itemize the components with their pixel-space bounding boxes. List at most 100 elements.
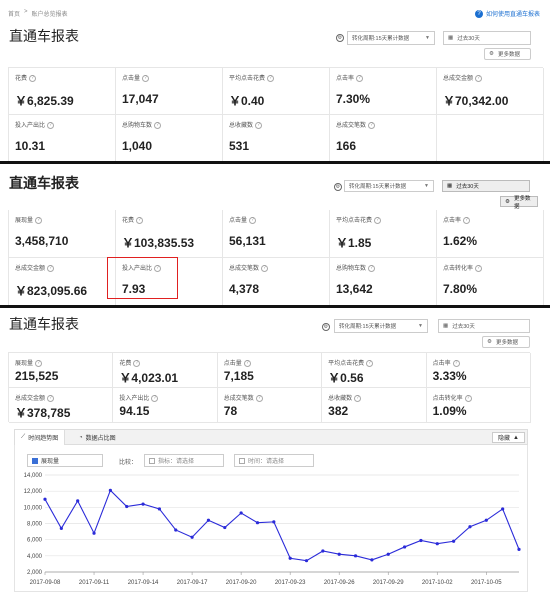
metric-label: 花费	[122, 218, 135, 224]
date-range-select[interactable]: ▦ 过去30天	[443, 31, 531, 45]
metric-label: 总成交笔数	[336, 123, 367, 129]
breadcrumb-home[interactable]: 首页	[8, 9, 20, 18]
more-data-button[interactable]: ⚙ 更多数据	[482, 336, 530, 348]
metric-value: 1,040	[122, 139, 153, 153]
collapse-button[interactable]: 隐藏 ▲	[492, 432, 525, 443]
metric-card: 总成交金额? ￥378,785	[9, 388, 114, 423]
metric-value: 17,047	[122, 92, 159, 106]
info-icon[interactable]: ?	[475, 74, 483, 82]
data-point	[206, 518, 211, 522]
x-tick-label: 2017-09-26	[324, 580, 355, 586]
info-icon[interactable]: ?	[47, 121, 55, 129]
date-range-value: 过去30天	[457, 36, 480, 42]
metric-card: 点击量? 56,131	[223, 210, 330, 258]
time-select[interactable]: 时间：请选择	[234, 454, 314, 467]
tab-time-trend-label: 时间趋势图	[28, 436, 59, 442]
more-data-button[interactable]: ⚙ 更多数据	[484, 48, 531, 60]
info-icon[interactable]: ?	[368, 264, 376, 272]
metric-label: 点击量	[223, 361, 242, 367]
info-icon[interactable]: ?	[243, 359, 251, 367]
conversion-period-select[interactable]: 转化周期:15天累计数据 ▼	[334, 319, 428, 333]
indicator-select[interactable]: 指标：请选择	[144, 454, 224, 467]
metric-select[interactable]: 展现量	[27, 454, 103, 467]
pie-chart-icon: ◔	[79, 434, 83, 441]
info-icon[interactable]: ?	[154, 121, 162, 129]
info-icon[interactable]: ?	[255, 121, 263, 129]
help-link[interactable]: ? 如何使用直通车报表	[474, 9, 540, 18]
metric-value: ￥103,835.53	[122, 236, 195, 250]
more-data-label: 更多数据	[497, 52, 520, 58]
metric-card: 总成交笔数? 78	[217, 388, 323, 423]
data-point	[288, 556, 292, 560]
data-point	[43, 497, 47, 501]
chevron-down-icon: ▼	[424, 183, 429, 189]
info-icon[interactable]: ?	[475, 264, 483, 272]
metric-label: 花费	[119, 361, 132, 367]
metric-card: 总收藏数? 382	[322, 388, 427, 423]
info-icon[interactable]: ?	[47, 264, 55, 272]
info-icon[interactable]: ?	[133, 359, 141, 367]
settings-icon[interactable]: ⚙	[322, 323, 330, 331]
report-panel-1: 首页 > 账户总览报表 ? 如何使用直通车报表 直通车报表 ⚙ 转化周期:15天…	[0, 0, 550, 164]
metric-value: 382	[328, 404, 349, 418]
x-tick-label: 2017-09-29	[373, 580, 404, 586]
metric-card: 展现量? 215,525	[9, 353, 114, 388]
data-point	[190, 535, 194, 539]
metric-card: 投入产出比? 10.31	[9, 115, 116, 161]
info-icon[interactable]: ?	[35, 359, 43, 367]
metric-value: 10.31	[15, 139, 46, 153]
data-point	[255, 521, 260, 525]
data-point	[402, 545, 407, 549]
info-icon[interactable]: ?	[463, 216, 471, 224]
help-icon: ?	[474, 9, 483, 18]
info-icon[interactable]: ?	[154, 264, 162, 272]
metric-label: 平均点击花费	[336, 218, 373, 224]
collapse-label: 隐藏	[498, 436, 511, 442]
info-icon[interactable]: ?	[366, 359, 374, 367]
metric-label: 花费	[15, 76, 28, 82]
data-point	[321, 549, 325, 553]
info-icon[interactable]: ?	[354, 394, 362, 402]
data-point	[337, 552, 341, 556]
tab-time-trend[interactable]: ⟋ 时间趋势图	[15, 430, 66, 445]
info-icon[interactable]: ?	[35, 216, 43, 224]
info-icon[interactable]: ?	[261, 264, 269, 272]
date-range-select[interactable]: ▦ 过去30天	[442, 180, 530, 192]
info-icon[interactable]: ?	[47, 394, 55, 402]
more-data-label: 更多数据	[513, 195, 531, 210]
info-icon[interactable]: ?	[374, 216, 382, 224]
date-range-select[interactable]: ▦ 过去30天	[438, 319, 530, 333]
metric-label: 点击量	[122, 76, 141, 82]
settings-icon[interactable]: ⚙	[336, 34, 344, 42]
metric-label: 点击量	[229, 218, 248, 224]
info-icon[interactable]: ?	[151, 394, 159, 402]
more-data-button[interactable]: ⚙ 更多数据	[500, 195, 538, 210]
info-icon[interactable]: ?	[142, 74, 150, 82]
indicator-select-value: 指标：请选择	[158, 459, 195, 465]
date-range-value: 过去30天	[456, 184, 479, 190]
metric-value: 166	[336, 139, 357, 153]
conversion-period-select[interactable]: 转化周期:15天累计数据 ▼	[344, 180, 434, 192]
info-icon[interactable]: ?	[249, 216, 257, 224]
info-icon[interactable]: ?	[29, 74, 37, 82]
info-icon[interactable]: ?	[464, 394, 472, 402]
metric-label: 总成交笔数	[229, 266, 260, 272]
data-point	[125, 504, 129, 509]
info-icon[interactable]: ?	[255, 394, 263, 402]
info-icon[interactable]: ?	[452, 359, 460, 367]
info-icon[interactable]: ?	[356, 74, 364, 82]
metric-card: 总成交金额? ￥823,095.66	[9, 258, 116, 305]
data-point	[141, 502, 145, 506]
metric-value: 13,642	[336, 282, 373, 296]
info-icon[interactable]: ?	[368, 121, 376, 129]
conversion-period-select[interactable]: 转化周期:15天累计数据 ▼	[347, 31, 435, 45]
settings-icon[interactable]: ⚙	[334, 183, 342, 191]
metric-value: 1.09%	[432, 404, 467, 418]
metric-label: 投入产出比	[119, 396, 150, 402]
info-icon[interactable]: ?	[136, 216, 144, 224]
tab-data-share[interactable]: ◔ 数据占比图	[73, 430, 122, 445]
metric-label: 投入产出比	[15, 123, 46, 129]
info-icon[interactable]: ?	[267, 74, 275, 82]
y-tick-label: 2,000	[27, 570, 43, 576]
series-line	[44, 489, 520, 562]
